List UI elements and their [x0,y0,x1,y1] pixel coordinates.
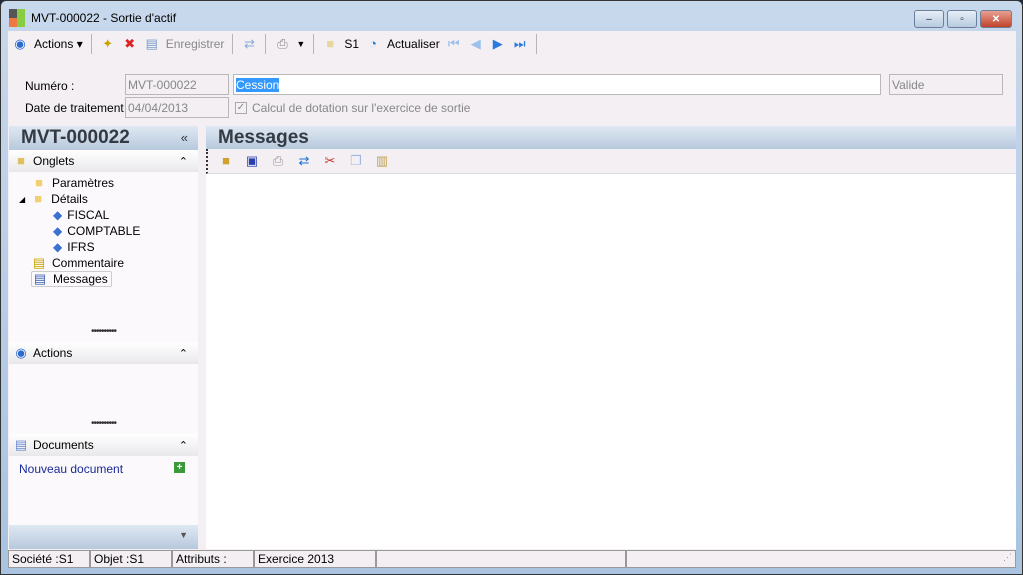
add-document-icon[interactable]: + [174,462,185,473]
save-button[interactable]: Enregistrer [166,37,225,51]
previous-record-icon[interactable]: ◀ [468,36,484,52]
document-icon: ▤ [14,437,28,452]
app-icon [9,9,25,27]
actions-label: Actions [34,37,74,51]
print-icon[interactable]: ⎙ [274,36,290,52]
last-record-icon[interactable]: ⏭ [512,36,528,52]
tree-label: FISCAL [67,208,110,222]
paste-icon[interactable]: ▥ [374,153,390,169]
company-button[interactable]: S1 [344,37,359,51]
collapse-panel-icon[interactable]: « [181,130,188,145]
target-icon[interactable]: ◉ [12,36,28,52]
folder-icon: ■ [17,153,25,168]
documents-label: Documents [33,438,94,452]
refresh-icon[interactable]: ⇄ [296,153,312,169]
collapse-icon[interactable]: ⌃ [179,347,188,360]
libelle-value: Cession [236,78,280,92]
folder-icon[interactable]: ■ [322,36,338,52]
cut-icon[interactable]: ✂ [322,153,338,169]
numero-field: MVT-000022 [125,74,229,95]
tree-item-ifrs[interactable]: ◆ IFRS [53,239,95,255]
folder-icon: ■ [34,191,43,206]
tree-label: COMPTABLE [67,224,141,238]
sync-icon[interactable]: ⇄ [241,36,257,52]
tree-item-messages[interactable]: ▤ Messages [31,271,112,287]
resize-grip-icon[interactable]: ⋰ [626,550,1016,568]
documents-section-header[interactable]: ▤ Documents ⌃ [9,434,198,456]
messages-header: Messages [206,126,1016,149]
tree-label: Commentaire [52,256,125,270]
actions-section-header[interactable]: ◉ Actions ⌃ [9,342,198,364]
status-exercise: Exercice 2013 [254,550,376,568]
refresh-button[interactable]: Actualiser [387,37,440,51]
close-button[interactable]: ✕ [980,10,1012,28]
first-record-icon[interactable]: ⏮ [446,36,462,52]
date-label: Date de traitement : [25,101,131,115]
title-bar: MVT-000022 - Sortie d'actif [9,7,176,29]
document-icon: ▤ [32,255,46,270]
onglets-section-header[interactable]: ■ Onglets ⌃ [9,150,198,172]
tree-label: Détails [51,192,88,206]
save-icon[interactable]: ▤ [144,36,160,52]
maximize-button[interactable]: ▫ [947,10,977,28]
collapse-icon[interactable]: ⌃ [179,155,188,168]
splitter-handle[interactable]: •••••••••• [9,327,198,342]
diamond-icon: ◆ [53,224,63,238]
diamond-icon: ◆ [53,240,63,254]
tree-label: Messages [53,272,108,286]
messages-toolbar: ■ ▣ ⎙ ⇄ ✂ ❐ ▥ [206,149,1016,174]
actions-menu[interactable]: Actions ▾ [34,37,83,51]
next-record-icon[interactable]: ▶ [490,36,506,52]
expand-icon[interactable]: ◢ [19,195,25,204]
checkbox-icon: ✓ [235,102,247,114]
tabs-tree: ■ Paramètres ◢ ■ Détails ◆ FISCAL ◆ COMPTABLE… [9,172,198,328]
status-bar: Société :S1 Objet :S1 Attributs : Exerci… [8,550,1016,568]
numero-label: Numéro : [25,79,75,93]
checkbox-label: Calcul de dotation sur l'exercice de sor… [252,101,471,115]
app-window: MVT-000022 - Sortie d'actif – ▫ ✕ ◉ Acti… [0,0,1023,575]
print-icon[interactable]: ⎙ [270,153,286,169]
tree-item-comptable[interactable]: ◆ COMPTABLE [53,223,140,239]
tree-label: Paramètres [52,176,115,190]
status-company: Société :S1 [8,550,90,568]
save-icon[interactable]: ▣ [244,153,260,169]
tree-item-commentaire[interactable]: ▤ Commentaire [31,255,124,271]
date-field: 04/04/2013 [125,97,229,118]
new-document-link[interactable]: Nouveau document [19,462,123,476]
actions-section-label: Actions [33,346,73,360]
splitter-handle[interactable]: •••••••••• [9,419,198,434]
messages-panel: Messages ■ ▣ ⎙ ⇄ ✂ ❐ ▥ [206,126,1016,549]
dotation-checkbox[interactable]: ✓ Calcul de dotation sur l'exercice de so… [235,101,470,115]
tree-item-parametres[interactable]: ■ Paramètres [31,175,114,191]
tree-label: IFRS [67,240,95,254]
diamond-icon: ◆ [53,208,63,222]
print-dropdown-icon[interactable]: ▼ [296,39,305,49]
copy-icon[interactable]: ❐ [348,153,364,169]
folder-icon: ■ [35,175,43,190]
left-header: MVT-000022 « [9,126,198,150]
new-icon[interactable]: ✦ [100,36,116,52]
tree-item-fiscal[interactable]: ◆ FISCAL [53,207,109,223]
tree-item-details[interactable]: ◢ ■ Détails [19,191,88,207]
minimize-button[interactable]: – [914,10,944,28]
target-icon: ◉ [15,345,27,360]
status-object: Objet :S1 [90,550,172,568]
refresh-icon[interactable]: ◔ [365,36,381,52]
libelle-input[interactable]: Cession [233,74,881,95]
onglets-label: Onglets [33,154,75,168]
main-toolbar: ◉ Actions ▾ ✦ ✖ ▤ Enregistrer ⇄ ⎙ ▼ ■ S1… [8,31,1016,57]
panel-overflow-button[interactable]: ▼ [9,525,198,549]
status-field: Valide [889,74,1003,95]
window-title: MVT-000022 - Sortie d'actif [31,11,177,25]
status-empty [376,550,626,568]
record-title: MVT-000022 [21,127,130,148]
document-icon: ▤ [33,271,47,286]
status-attributes: Attributs : [172,550,254,568]
delete-icon[interactable]: ✖ [122,36,138,52]
left-panel: MVT-000022 « ■ Onglets ⌃ ■ Paramètres ◢ ■ Déta… [9,126,198,549]
open-icon[interactable]: ■ [218,153,234,169]
collapse-icon[interactable]: ⌃ [179,439,188,452]
